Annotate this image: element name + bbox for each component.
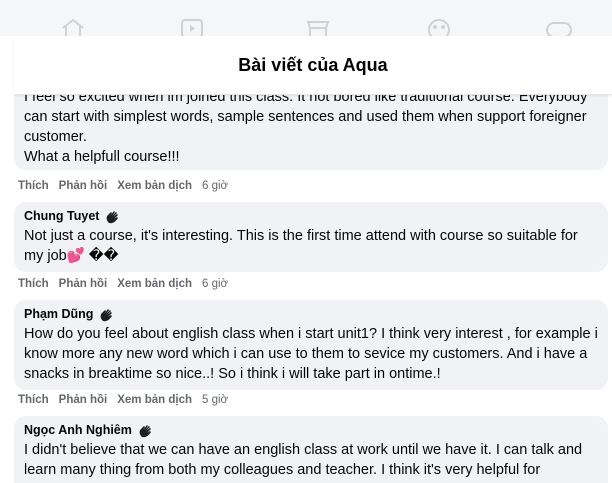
comment-bubble: Ngọc Anh Nghiêm I didn't believe that we… <box>14 416 608 483</box>
comment-bubble: I feel so excited when im joined this cl… <box>14 94 608 170</box>
gaming-icon[interactable] <box>545 18 573 36</box>
like-button[interactable]: Thích <box>18 180 49 192</box>
reply-button[interactable]: Phản hồi <box>59 278 108 290</box>
comment-text: Not just a course, it's interesting. Thi… <box>24 228 582 264</box>
comment-text: I feel so excited when im joined this cl… <box>24 94 588 165</box>
see-translation-button[interactable]: Xem bản dịch <box>117 180 192 192</box>
reply-button[interactable]: Phản hồi <box>59 394 108 406</box>
home-icon[interactable] <box>60 18 86 36</box>
modal-header: Bài viết của Aqua <box>14 36 612 95</box>
waving-hand-badge-icon <box>139 424 151 437</box>
comment-bubble: Chung Tuyet Not just a course, it's inte… <box>14 202 608 272</box>
comment-text: How do you feel about english class when… <box>24 326 602 382</box>
modal-title: Bài viết của Aqua <box>238 54 388 75</box>
waving-hand-badge-icon <box>101 308 113 321</box>
comment-bubble: Phạm Dũng How do you feel about english … <box>14 300 608 390</box>
comments-list: I feel so excited when im joined this cl… <box>14 94 612 483</box>
comment-actions: Thích Phản hồi Xem bản dịch 5 giờ <box>18 394 228 406</box>
comment-author[interactable]: Phạm Dũng <box>24 306 93 323</box>
comment-time[interactable]: 6 giờ <box>202 180 228 192</box>
like-button[interactable]: Thích <box>18 394 49 406</box>
watch-icon[interactable] <box>180 18 204 36</box>
reply-button[interactable]: Phản hồi <box>59 180 108 192</box>
like-button[interactable]: Thích <box>18 278 49 290</box>
comment-author[interactable]: Chung Tuyet <box>24 208 99 225</box>
top-navigation <box>0 0 612 36</box>
waving-hand-badge-icon <box>107 210 119 223</box>
comment-actions: Thích Phản hồi Xem bản dịch 6 giờ <box>18 278 228 290</box>
see-translation-button[interactable]: Xem bản dịch <box>117 394 192 406</box>
comment-time[interactable]: 6 giờ <box>202 278 228 290</box>
see-translation-button[interactable]: Xem bản dịch <box>117 278 192 290</box>
marketplace-icon[interactable] <box>305 18 331 36</box>
comment-actions: Thích Phản hồi Xem bản dịch 6 giờ <box>18 180 228 192</box>
comment-author[interactable]: Ngọc Anh Nghiêm <box>24 422 132 439</box>
comment-text: I didn't believe that we can have an eng… <box>24 442 587 478</box>
groups-icon[interactable] <box>426 18 452 36</box>
comment-time[interactable]: 5 giờ <box>202 394 228 406</box>
